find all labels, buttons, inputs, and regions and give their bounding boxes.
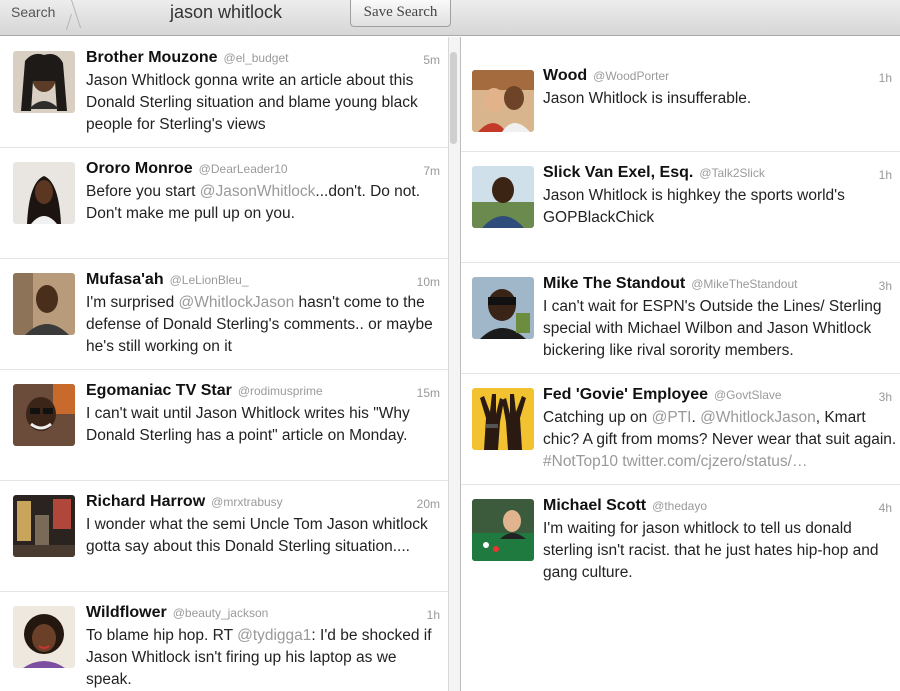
avatar[interactable] — [13, 162, 75, 224]
tweet[interactable]: Brother Mouzone @el_budget 5m Jason Whitl… — [0, 37, 448, 148]
avatar[interactable] — [472, 277, 534, 339]
tweet-author[interactable]: Egomaniac TV Star @rodimusprime — [86, 382, 323, 400]
tweet-handle[interactable]: @thedayo — [652, 499, 707, 513]
tweet[interactable]: Mike The Standout @MikeTheStandout 3h I c… — [461, 263, 900, 374]
tweet-text: I'm waiting for jason whitlock to tell u… — [543, 520, 879, 581]
avatar[interactable] — [13, 495, 75, 557]
avatar[interactable] — [472, 70, 534, 132]
tweet-text: I wonder what the semi Uncle Tom Jason w… — [86, 516, 428, 555]
tweet-text: Jason Whitlock is highkey the sports wor… — [543, 187, 845, 226]
tweet-text: I can't wait until Jason Whitlock writes… — [86, 405, 410, 444]
tweet-text: I'm surprised @WhitlockJason hasn't come… — [86, 294, 433, 355]
mention-link[interactable]: @JasonWhitlock — [200, 183, 316, 200]
tweet-time: 1h — [426, 608, 440, 622]
tweet-handle[interactable]: @Talk2Slick — [699, 166, 765, 180]
avatar[interactable] — [472, 166, 534, 228]
scrollbar-thumb[interactable] — [450, 52, 457, 144]
hashtag-link[interactable]: #NotTop10 twitter.com/cjzero/status/… — [543, 453, 807, 470]
tweet-time: 4h — [878, 501, 892, 515]
tweet-handle[interactable]: @rodimusprime — [238, 384, 323, 398]
tweet-handle[interactable]: @beauty_jackson — [173, 606, 269, 620]
tweet-handle[interactable]: @el_budget — [224, 51, 289, 65]
tweet-handle[interactable]: @DearLeader10 — [199, 162, 288, 176]
tweet-time: 1h — [878, 168, 892, 182]
tweet-author[interactable]: Ororo Monroe @DearLeader10 — [86, 160, 288, 178]
tweet-time: 5m — [423, 53, 440, 67]
tweet[interactable]: Richard Harrow @mrxtrabusy 20m I wonder w… — [0, 481, 448, 592]
tweet-time: 3h — [878, 279, 892, 293]
tweet-text: Jason Whitlock is insufferable. — [543, 90, 752, 107]
tweet-time: 15m — [416, 386, 440, 400]
tweet-text: Jason Whitlock gonna write an article ab… — [86, 72, 418, 133]
mention-link[interactable]: @WhitlockJason — [700, 409, 816, 426]
tweet-author[interactable]: Wood @WoodPorter — [543, 67, 669, 85]
avatar[interactable] — [13, 606, 75, 668]
tweet[interactable]: Michael Scott @thedayo 4h I'm waiting for… — [461, 485, 900, 596]
tweet-text: To blame hip hop. RT @tydigga1: I'd be s… — [86, 627, 432, 688]
tweet-author[interactable]: Michael Scott @thedayo — [543, 497, 707, 515]
tweet-author[interactable]: Mike The Standout @MikeTheStandout — [543, 275, 797, 293]
avatar[interactable] — [13, 273, 75, 335]
tweet-author[interactable]: Richard Harrow @mrxtrabusy — [86, 493, 283, 511]
tweet-text: Before you start @JasonWhitlock...don't.… — [86, 183, 421, 222]
timeline-column-left[interactable]: Brother Mouzone @el_budget 5m Jason Whitl… — [0, 37, 448, 691]
search-toolbar: Search jason whitlock Save Search — [0, 0, 900, 36]
avatar[interactable] — [472, 388, 534, 450]
mention-link[interactable]: @WhitlockJason — [179, 294, 295, 311]
tweet-author[interactable]: Mufasa'ah @LeLionBleu_ — [86, 271, 249, 289]
tweet-time: 7m — [423, 164, 440, 178]
mention-link[interactable]: @PTI — [652, 409, 692, 426]
tweet-author[interactable]: Brother Mouzone @el_budget — [86, 49, 288, 67]
tweet[interactable]: Fed 'Govie' Employee @GovtSlave 3h Catchi… — [461, 374, 900, 485]
tweet-author[interactable]: Fed 'Govie' Employee @GovtSlave — [543, 386, 782, 404]
tweet[interactable]: Ororo Monroe @DearLeader10 7m Before you … — [0, 148, 448, 259]
tweet-text: I can't wait for ESPN's Outside the Line… — [543, 298, 882, 359]
tweet[interactable]: Slick Van Exel, Esq. @Talk2Slick 1h Jason… — [461, 152, 900, 263]
tweet-time: 1h — [878, 71, 892, 85]
tweet-handle[interactable]: @LeLionBleu_ — [170, 273, 249, 287]
tweet-author[interactable]: Slick Van Exel, Esq. @Talk2Slick — [543, 164, 765, 182]
tweet-author[interactable]: Wildflower @beauty_jackson — [86, 604, 268, 622]
save-search-button[interactable]: Save Search — [350, 0, 451, 27]
tweet-text: Catching up on @PTI. @WhitlockJason, Kma… — [543, 409, 897, 470]
avatar[interactable] — [472, 499, 534, 561]
tweet-time: 20m — [416, 497, 440, 511]
tweet-time: 3h — [878, 390, 892, 404]
avatar[interactable] — [13, 384, 75, 446]
tweet-handle[interactable]: @WoodPorter — [593, 69, 669, 83]
tweet[interactable]: Wood @WoodPorter 1h Jason Whitlock is ins… — [461, 37, 900, 152]
avatar[interactable] — [13, 51, 75, 113]
tweet[interactable]: Wildflower @beauty_jackson 1h To blame hi… — [0, 592, 448, 691]
timeline-column-right[interactable]: Wood @WoodPorter 1h Jason Whitlock is ins… — [461, 37, 900, 691]
search-query: jason whitlock — [170, 2, 283, 22]
tweet[interactable]: Mufasa'ah @LeLionBleu_ 10m I'm surprised … — [0, 259, 448, 370]
tweet[interactable]: Egomaniac TV Star @rodimusprime 15m I can… — [0, 370, 448, 481]
tweet-handle[interactable]: @mrxtrabusy — [211, 495, 283, 509]
tweet-handle[interactable]: @MikeTheStandout — [691, 277, 797, 291]
mention-link[interactable]: @tydigga1 — [237, 627, 311, 644]
tweet-time: 10m — [416, 275, 440, 289]
tweet-handle[interactable]: @GovtSlave — [714, 388, 782, 402]
